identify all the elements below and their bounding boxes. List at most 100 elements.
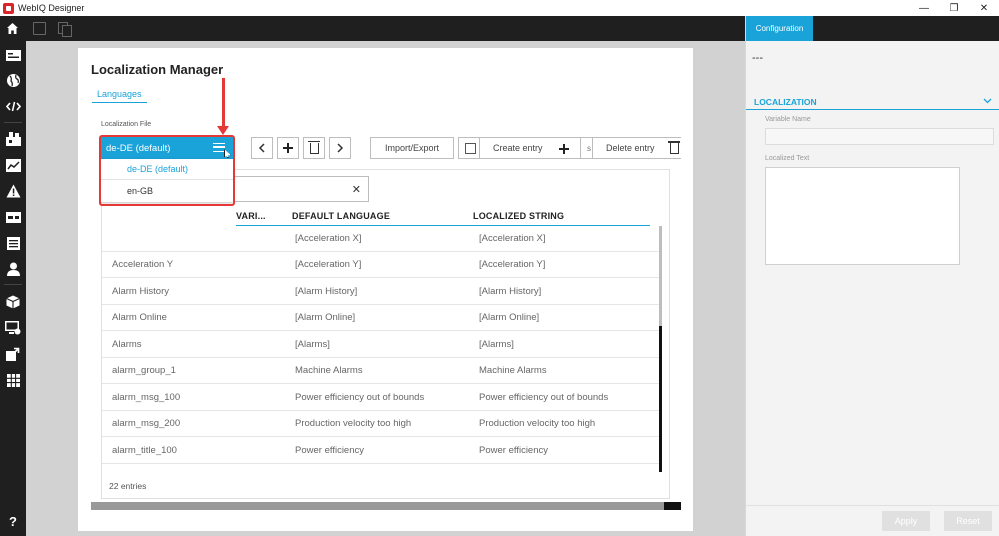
cell-localized-string: Machine Alarms: [479, 365, 547, 376]
create-entry-button[interactable]: Create entry: [479, 137, 581, 159]
localized-text-label: Localized Text: [765, 155, 810, 162]
chart-icon[interactable]: [5, 157, 21, 173]
workspace: Localization Manager Languages Localizat…: [26, 41, 745, 536]
table-row[interactable]: Alarm History [Alarm History] [Alarm His…: [102, 279, 660, 305]
mouse-cursor-icon: [224, 149, 231, 158]
table-row[interactable]: alarm_msg_200 Production velocity too hi…: [102, 411, 660, 437]
table-row[interactable]: alarm_title_100 Power efficiency Power e…: [102, 438, 660, 464]
app-title: WebIQ Designer: [18, 3, 85, 13]
import-export-button[interactable]: Import/Export: [370, 137, 454, 159]
column-header-default-language[interactable]: DEFAULT LANGUAGE: [292, 211, 390, 221]
code-icon[interactable]: [5, 98, 21, 114]
hamburger-menu-icon[interactable]: [213, 143, 225, 152]
monitor-settings-icon[interactable]: [5, 320, 21, 336]
user-icon[interactable]: [5, 261, 21, 277]
copy-icon[interactable]: [58, 22, 72, 37]
select-all-checkbox[interactable]: [465, 143, 476, 154]
cell-localized-string: [Alarm Online]: [479, 312, 540, 323]
warning-icon[interactable]: [5, 183, 21, 199]
clear-search-icon[interactable]: ✕: [352, 183, 361, 196]
cell-default-language: [Alarm History]: [295, 286, 358, 297]
list-icon[interactable]: [5, 235, 21, 251]
cell-localized-string: Power efficiency out of bounds: [479, 392, 609, 403]
language-option-de-de[interactable]: de-DE (default): [101, 159, 233, 180]
table-row[interactable]: Alarm Online [Alarm Online] [Alarm Onlin…: [102, 305, 660, 331]
cell-variable: alarm_msg_200: [112, 418, 181, 429]
reset-button[interactable]: Reset: [944, 511, 992, 531]
previous-button[interactable]: [251, 137, 273, 159]
cell-default-language: [Alarm Online]: [295, 312, 356, 323]
cell-variable: alarm_msg_100: [112, 392, 181, 403]
localized-text-input[interactable]: [765, 167, 960, 265]
table-row[interactable]: Alarms [Alarms] [Alarms]: [102, 332, 660, 358]
minimize-button[interactable]: —: [909, 0, 939, 16]
card-icon[interactable]: [5, 209, 21, 225]
panel-header: Configuration: [746, 16, 999, 41]
cell-localized-string: Production velocity too high: [479, 418, 596, 429]
language-dropdown: de-DE (default) en-GB: [101, 159, 233, 202]
cell-variable: alarm_title_100: [112, 445, 177, 456]
delete-language-button[interactable]: [303, 137, 325, 159]
cell-variable: alarm_group_1: [112, 365, 176, 376]
search-input[interactable]: ✕: [233, 176, 369, 202]
configuration-panel: Configuration --- LOCALIZATION Variable …: [745, 16, 999, 536]
table-row[interactable]: [Acceleration X] [Acceleration X]: [102, 226, 660, 252]
top-toolbar: [0, 16, 745, 41]
package-icon[interactable]: [5, 294, 21, 310]
variable-name-label: Variable Name: [765, 116, 811, 123]
localization-manager-canvas: Localization Manager Languages Localizat…: [78, 48, 693, 531]
cell-default-language: Production velocity too high: [295, 418, 412, 429]
tab-languages[interactable]: Languages: [92, 89, 147, 103]
cell-variable: Acceleration Y: [112, 259, 174, 270]
cell-localized-string: Power efficiency: [479, 445, 548, 456]
home-icon[interactable]: [6, 22, 19, 35]
table-row[interactable]: alarm_msg_100 Power efficiency out of bo…: [102, 385, 660, 411]
cell-variable: Alarm Online: [112, 312, 167, 323]
next-button[interactable]: [329, 137, 351, 159]
trash-icon: [668, 141, 680, 154]
variable-name-input[interactable]: [765, 128, 994, 145]
table-row[interactable]: Acceleration Y [Acceleration Y] [Acceler…: [102, 252, 660, 278]
globe-icon[interactable]: [5, 72, 21, 88]
document-icon[interactable]: [33, 22, 46, 35]
tab-configuration[interactable]: Configuration: [746, 16, 813, 41]
help-icon[interactable]: ?: [5, 513, 21, 529]
add-language-button[interactable]: [277, 137, 299, 159]
scrollbar-track[interactable]: [659, 226, 662, 326]
annotation-arrow-head-icon: [217, 126, 229, 135]
scrollbar-thumb[interactable]: [664, 502, 681, 510]
table-row[interactable]: alarm_group_1 Machine Alarms Machine Ala…: [102, 358, 660, 384]
language-option-en-gb[interactable]: en-GB: [101, 180, 233, 201]
maximize-button[interactable]: ❐: [939, 0, 969, 16]
close-button[interactable]: ✕: [969, 0, 999, 16]
cell-variable: Alarm History: [112, 286, 170, 297]
cell-localized-string: [Alarms]: [479, 339, 514, 350]
table-vertical-scrollbar[interactable]: [659, 226, 662, 472]
localization-section-header[interactable]: LOCALIZATION: [746, 96, 999, 110]
cell-default-language: [Alarms]: [295, 339, 330, 350]
apply-button[interactable]: Apply: [882, 511, 930, 531]
widgets-icon[interactable]: [5, 131, 21, 147]
cell-localized-string: [Acceleration X]: [479, 233, 546, 244]
create-entry-label: Create entry: [493, 143, 543, 153]
plus-icon: [559, 144, 569, 154]
delete-entry-label: Delete entry: [606, 143, 655, 153]
workspace-horizontal-scrollbar[interactable]: [91, 502, 681, 510]
cell-default-language: [Acceleration X]: [295, 233, 362, 244]
delete-entry-button[interactable]: Delete entry: [592, 137, 681, 159]
annotation-arrow: [222, 78, 225, 128]
language-select[interactable]: de-DE (default): [101, 137, 233, 159]
selection-placeholder: ---: [752, 52, 763, 64]
chevron-down-icon[interactable]: [983, 96, 992, 106]
column-header-variable[interactable]: VARI...: [236, 211, 266, 221]
scrollbar-thumb[interactable]: [659, 326, 662, 472]
dashboard-icon[interactable]: [5, 47, 21, 63]
cell-default-language: Machine Alarms: [295, 365, 363, 376]
localization-file-label: Localization File: [101, 121, 152, 128]
sidebar-divider: [4, 284, 22, 285]
export-icon[interactable]: [5, 346, 21, 362]
column-header-localized-string[interactable]: LOCALIZED STRING: [473, 211, 564, 221]
sidebar-divider: [4, 122, 22, 123]
grid-icon[interactable]: [5, 372, 21, 388]
partial-label: s: [587, 144, 591, 153]
